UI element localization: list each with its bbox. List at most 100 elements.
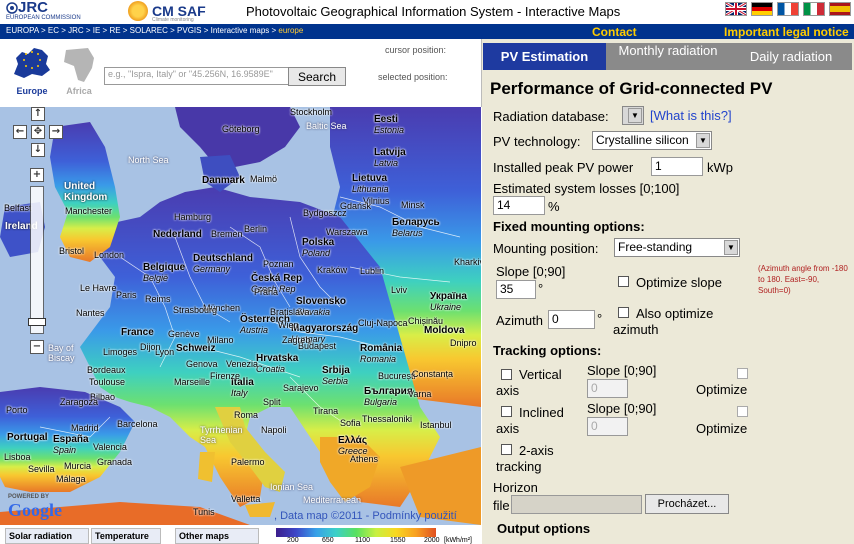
breadcrumb-current: europe (278, 26, 304, 35)
city-label: Porto (6, 405, 28, 415)
vertical-slope-label: Slope [0;90] (587, 363, 657, 378)
city-label: Cluj-Napoca (358, 318, 408, 328)
browse-button[interactable]: Procházet... (645, 494, 729, 514)
flag-es-icon[interactable] (829, 2, 851, 16)
tab-temperature[interactable]: Temperature (91, 528, 161, 544)
flag-it-icon[interactable] (803, 2, 825, 16)
country-label: Беларусь Belarus (392, 217, 440, 238)
tab-solar-radiation[interactable]: Solar radiation (5, 528, 89, 544)
region-africa-button[interactable]: Africa (58, 44, 100, 96)
zoom-in-icon[interactable]: + (30, 168, 44, 182)
jrc-logo-subtitle: EUROPEAN COMMISSION (6, 15, 81, 21)
solar-radiation-map[interactable]: North Sea Baltic Sea Bay of Biscay Tyrrh… (0, 107, 481, 525)
radiation-db-select[interactable]: ▼ (622, 106, 644, 125)
optimize-azimuth-checkbox[interactable] (618, 307, 629, 318)
vertical-axis-checkbox[interactable] (501, 369, 512, 380)
country-label: Eesti Estonia (374, 114, 405, 135)
city-label: Le Havre (80, 283, 117, 293)
sun-icon (128, 1, 148, 21)
city-label: Lisboa (4, 452, 31, 462)
map-attribution[interactable]: , Data map ©2011 - Podmínky použití (274, 510, 457, 522)
horizon-label: Horizon (493, 480, 538, 495)
sea-label: Bay of Biscay (48, 343, 75, 363)
tab-pv-estimation[interactable]: PV Estimation (483, 43, 606, 70)
what-is-this-link[interactable]: [What is this?] (650, 108, 732, 123)
radiation-color-scale (276, 528, 436, 537)
jrc-logo[interactable]: JRC EUROPEAN COMMISSION (6, 0, 81, 24)
scale-unit: [kWh/m²] (444, 537, 472, 544)
breadcrumb-path[interactable]: EUROPA > EC > JRC > IE > RE > SOLAREC > … (6, 26, 278, 35)
inclined-slope-input[interactable]: 0 (587, 417, 628, 436)
vertical-optimize-label: Optimize (696, 382, 748, 397)
city-label: Kraków (317, 265, 348, 275)
vertical-slope-input[interactable]: 0 (587, 379, 628, 398)
search-button[interactable]: Search (288, 67, 346, 86)
azimuth-input[interactable]: 0 (548, 310, 595, 329)
two-axis-label: 2-axis (519, 443, 554, 458)
city-label: Varna (408, 389, 432, 399)
pan-right-icon[interactable]: → (49, 125, 63, 139)
city-label: Manchester (65, 206, 113, 216)
horizon-file-label: file (493, 498, 510, 513)
inclined-axis-checkbox[interactable] (501, 406, 512, 417)
city-label: Palermo (231, 457, 265, 467)
fixed-mounting-heading: Fixed mounting options: (493, 219, 645, 234)
cmsaf-logo-subtitle: Climate monitoring (152, 17, 194, 23)
also-optimize-label: Also optimize (636, 306, 714, 321)
city-label: Valencia (93, 442, 127, 452)
flag-de-icon[interactable] (751, 2, 773, 16)
contact-link[interactable]: Contact (592, 25, 637, 39)
tab-daily-radiation[interactable]: Daily radiation (730, 43, 852, 70)
losses-input[interactable]: 14 (493, 196, 545, 215)
zoom-slider[interactable] (30, 186, 44, 334)
inclined-optimize-checkbox[interactable] (737, 406, 748, 417)
jrc-emblem-icon (6, 2, 18, 14)
pan-left-icon[interactable]: ← (13, 125, 27, 139)
pan-up-icon[interactable]: ↑ (31, 107, 45, 121)
optimize-slope-checkbox[interactable] (618, 276, 629, 287)
vertical-optimize-checkbox[interactable] (737, 368, 748, 379)
flag-uk-icon[interactable] (725, 2, 747, 16)
tab-monthly-radiation[interactable]: Monthly radiation (606, 43, 730, 70)
zoom-out-icon[interactable]: − (30, 340, 44, 354)
city-label: Dijon (140, 342, 161, 352)
cmsaf-logo[interactable]: CM SAF Climate monitoring (128, 0, 223, 24)
losses-unit: % (548, 199, 560, 214)
pv-tech-select[interactable]: Crystalline silicon ▼ (592, 131, 712, 150)
peak-power-input[interactable]: 1 (651, 157, 703, 176)
pan-down-icon[interactable]: ↓ (31, 143, 45, 157)
scale-tick: 1550 (390, 537, 406, 544)
city-label: Chișinău (408, 316, 444, 326)
city-label: Belfast (4, 203, 32, 213)
horizon-file-input[interactable] (511, 495, 642, 514)
pv-tech-value: Crystalline silicon (596, 133, 689, 147)
city-label: Split (263, 397, 281, 407)
peak-power-unit: kWp (707, 160, 733, 175)
city-label: Tunis (193, 507, 215, 517)
flag-fr-icon[interactable] (777, 2, 799, 16)
country-label: Nederland (153, 229, 202, 240)
city-label: Bordeaux (87, 365, 126, 375)
breadcrumb[interactable]: EUROPA > EC > JRC > IE > RE > SOLAREC > … (6, 26, 303, 35)
location-search-input[interactable]: e.g., "Ispra, Italy" or "45.256N, 16.958… (104, 67, 310, 85)
city-label: Bristol (59, 246, 85, 256)
zoom-slider-handle[interactable] (28, 318, 46, 326)
city-label: Stockholm (290, 107, 333, 117)
pan-center-icon[interactable]: ✥ (31, 125, 45, 139)
country-label: Portugal (7, 432, 48, 443)
tab-other-maps[interactable]: Other maps (175, 528, 259, 544)
peak-power-label: Installed peak PV power (493, 160, 634, 175)
two-axis-checkbox[interactable] (501, 444, 512, 455)
city-label: Napoli (261, 425, 287, 435)
country-label: Danmark (202, 175, 245, 186)
inclined-label: Inclined (519, 405, 564, 420)
slope-input[interactable]: 35 (496, 280, 536, 299)
panel-title: Performance of Grid-connected PV (490, 79, 773, 98)
city-label: Toulouse (89, 377, 126, 387)
mounting-select[interactable]: Free-standing ▼ (614, 238, 740, 257)
city-label: Nantes (76, 308, 105, 318)
region-europe-button[interactable]: Europe (8, 44, 56, 96)
legal-notice-link[interactable]: Important legal notice (724, 25, 849, 39)
city-label: Istanbul (420, 420, 452, 430)
chevron-down-icon: ▼ (696, 133, 710, 148)
